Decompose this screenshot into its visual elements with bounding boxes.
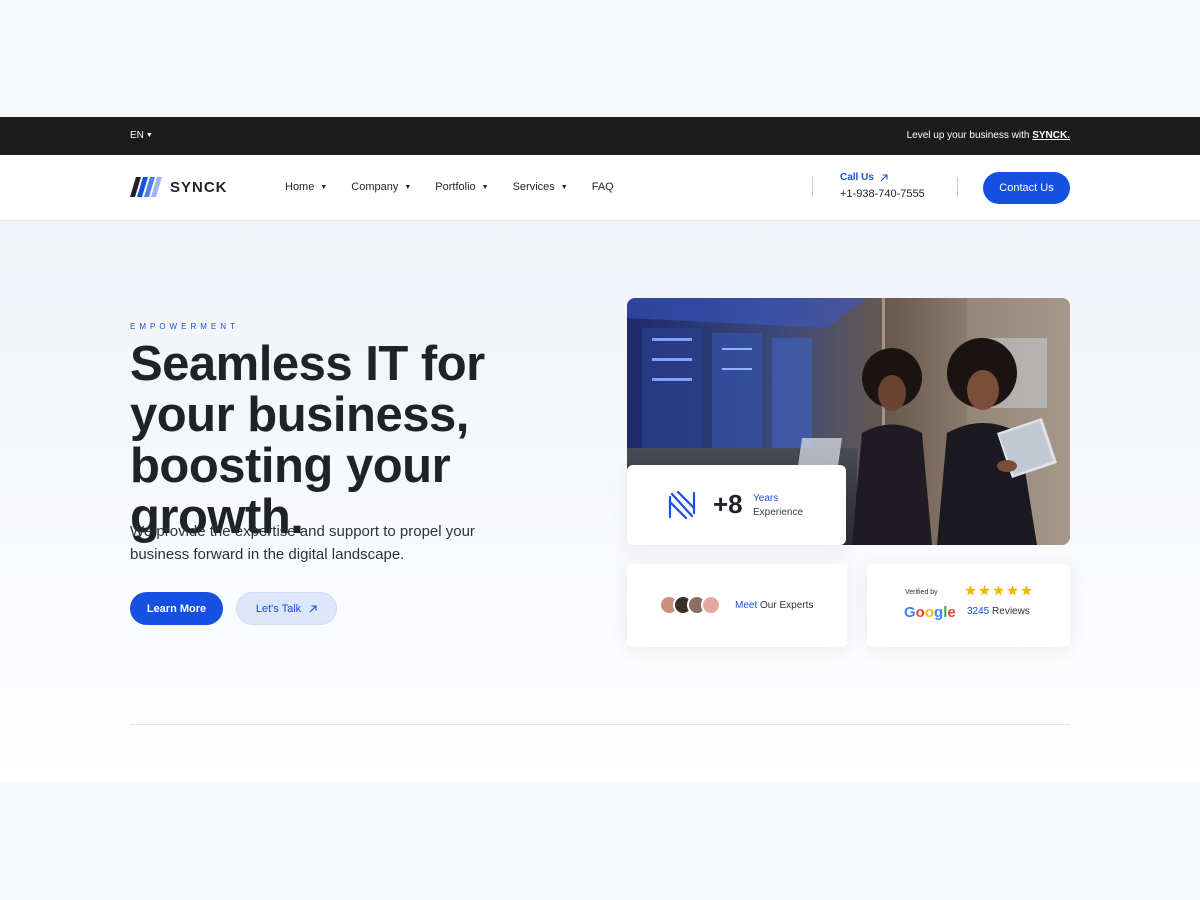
star-icon [1007, 585, 1018, 596]
logo-text: SYNCK [170, 178, 228, 196]
nav-item-portfolio[interactable]: Portfolio ▼ [435, 181, 488, 193]
nav-item-label: Home [285, 181, 315, 193]
hero-subtext: We provide the expertise and support to … [130, 523, 475, 563]
nav-links: Home ▼ Company ▼ Portfolio ▼ Services ▼ … [285, 181, 614, 193]
avatar [701, 595, 721, 615]
brand-mark-icon [668, 491, 696, 519]
language-label: EN [130, 130, 144, 141]
hero-eyebrow: EMPOWERMENT [130, 322, 239, 331]
lets-talk-label: Let's Talk [255, 602, 302, 615]
lets-talk-button[interactable]: Let's Talk [236, 592, 337, 625]
experience-label-years: Years [753, 493, 779, 504]
rating-stars [965, 585, 1032, 596]
nav-item-label: Portfolio [435, 181, 476, 193]
nav-item-company[interactable]: Company ▼ [351, 181, 411, 193]
star-icon [965, 585, 976, 596]
contact-us-button[interactable]: Contact Us [983, 172, 1070, 204]
caret-down-icon: ▼ [404, 183, 412, 191]
hero-section: EMPOWERMENT Seamless IT for your busines… [0, 221, 1200, 782]
reviews-card: Verified by Google 3245 Reviews [867, 564, 1070, 647]
nav-divider [812, 177, 813, 197]
page-frame: EN ▼ Level up your business with SYNCK. … [0, 117, 1200, 782]
main-nav: SYNCK Home ▼ Company ▼ Portfolio ▼ Servi… [0, 155, 1200, 221]
synck-logo-icon [130, 177, 162, 197]
experts-label: Our Experts [760, 600, 814, 611]
nav-divider [957, 177, 958, 197]
caret-down-icon: ▼ [320, 183, 328, 191]
nav-item-label: Services [512, 181, 555, 193]
section-divider [130, 724, 1070, 725]
star-icon [993, 585, 1004, 596]
promo-text: Level up your business with SYNCK. [907, 130, 1070, 141]
call-us[interactable]: Call Us +1-938-740-7555 [840, 172, 925, 200]
call-us-label: Call Us [840, 172, 925, 183]
experience-label-text: Experience [753, 507, 804, 518]
nav-item-home[interactable]: Home ▼ [285, 181, 327, 193]
verified-by-label: Verified by [905, 589, 938, 596]
meet-label: Meet [735, 600, 758, 611]
experience-card: +8 Years Experience [627, 465, 846, 545]
language-selector[interactable]: EN ▼ [130, 130, 153, 141]
review-count-text: 3245 Reviews [967, 606, 1030, 617]
promo-brand-link[interactable]: SYNCK. [1032, 130, 1070, 141]
arrow-up-right-icon [880, 173, 888, 181]
nav-item-services[interactable]: Services ▼ [513, 181, 568, 193]
nav-item-label: FAQ [591, 181, 614, 193]
call-us-text: Call Us [840, 172, 874, 183]
caret-down-icon: ▼ [560, 183, 568, 191]
review-count: 3245 [967, 606, 990, 617]
review-label: Reviews [992, 606, 1030, 617]
top-bar: EN ▼ Level up your business with SYNCK. [0, 117, 1200, 155]
hero-headline: Seamless IT for your business, boosting … [130, 337, 485, 544]
experts-card[interactable]: Meet Our Experts [627, 564, 847, 647]
caret-down-icon: ▼ [481, 183, 489, 191]
arrow-up-right-icon [309, 604, 317, 612]
meet-experts-text: Meet Our Experts [735, 600, 813, 611]
nav-item-label: Company [351, 181, 399, 193]
nav-item-faq[interactable]: FAQ [592, 181, 614, 193]
google-logo: Google [904, 604, 956, 621]
logo[interactable]: SYNCK [130, 177, 228, 197]
star-icon [1021, 585, 1032, 596]
learn-more-button[interactable]: Learn More [130, 592, 223, 625]
caret-down-icon: ▼ [145, 132, 153, 139]
expert-avatars [659, 595, 721, 615]
star-icon [979, 585, 990, 596]
phone-number[interactable]: +1-938-740-7555 [840, 188, 925, 200]
promo-label: Level up your business with [906, 130, 1033, 141]
experience-value: +8 [713, 489, 743, 519]
